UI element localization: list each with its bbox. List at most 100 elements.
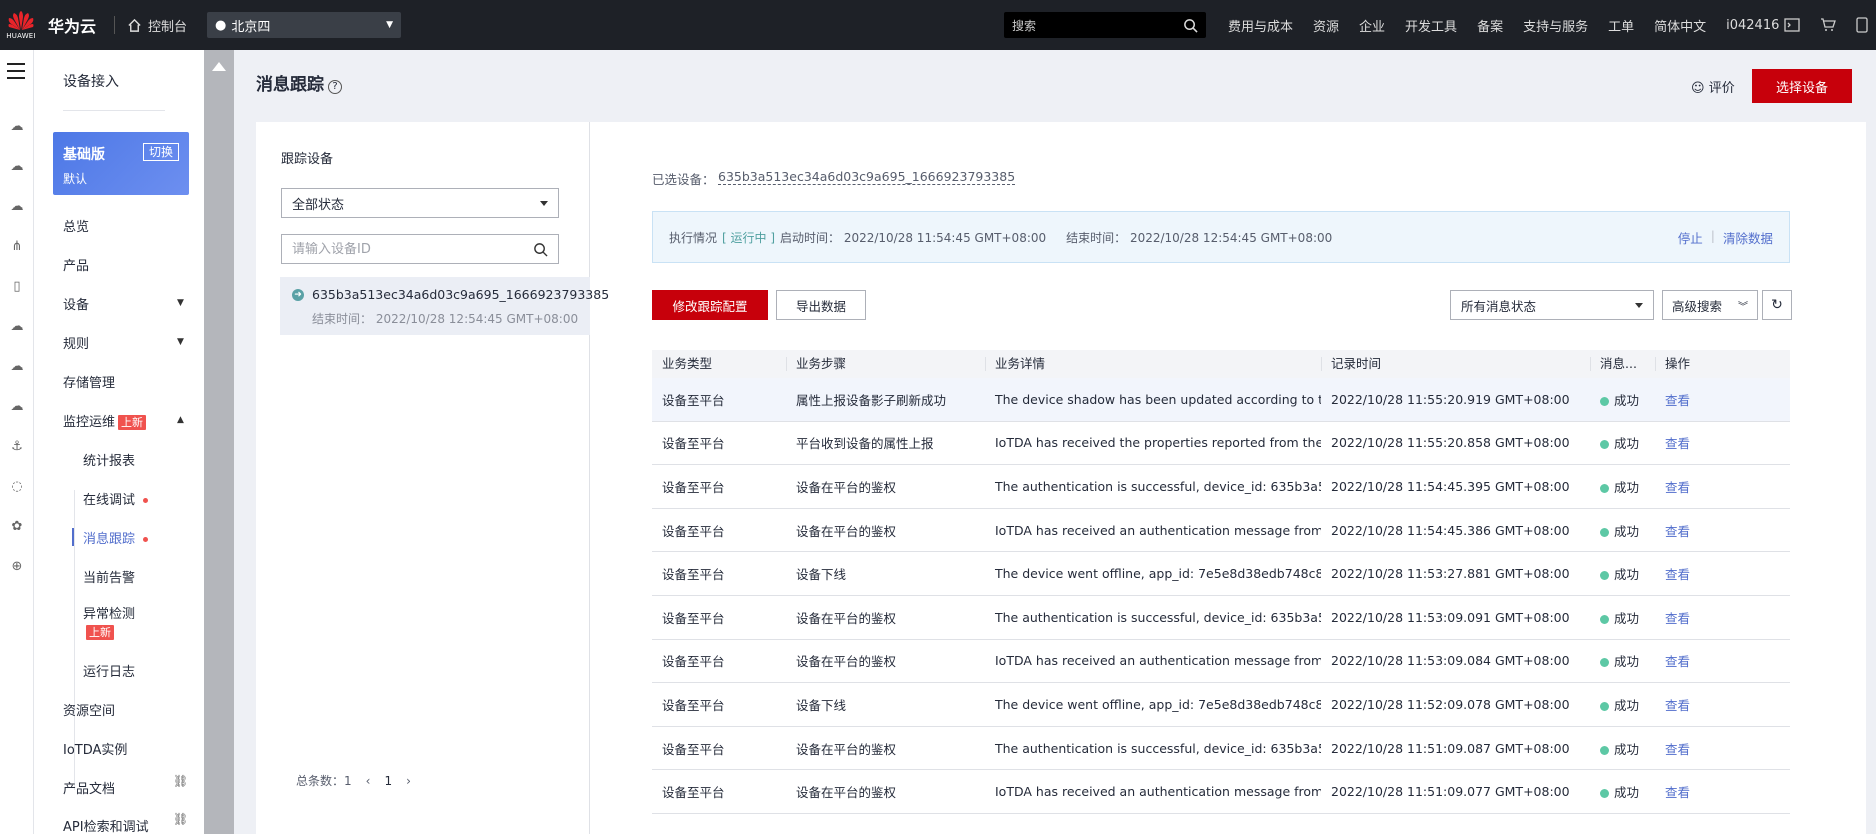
link-tickets[interactable]: 工单 — [1608, 16, 1634, 35]
table-row[interactable]: 设备至平台 设备在平台的鉴权 IoTDA has received an authe… — [652, 509, 1790, 553]
view-link[interactable]: 查看 — [1665, 524, 1690, 539]
selected-device-value[interactable]: 635b3a513ec34a6d03c9a695_1666923793385 — [718, 169, 1016, 185]
global-search-input[interactable]: 搜索 — [1004, 12, 1206, 38]
table-row[interactable]: 设备至平台 设备下线 The device went offline, app_id… — [652, 683, 1790, 727]
cloud-db-icon[interactable]: ☁ — [8, 358, 26, 376]
chat-icon[interactable]: ◌ — [8, 478, 26, 496]
chevron-down-icon[interactable]: ▼ — [177, 337, 184, 347]
modify-trace-config-button[interactable]: 修改跟踪配置 — [652, 290, 768, 320]
select-device-button[interactable]: 选择设备 — [1752, 69, 1852, 103]
link-enterprise[interactable]: 企业 — [1359, 16, 1385, 35]
search-icon[interactable] — [533, 242, 548, 257]
view-link[interactable]: 查看 — [1665, 480, 1690, 495]
link-icp[interactable]: 备案 — [1477, 16, 1503, 35]
nav-item-anomaly[interactable]: 异常检测上新 — [83, 606, 163, 642]
table-row[interactable]: 设备至平台 设备下线 The device went offline, app_id… — [652, 552, 1790, 596]
stop-button[interactable]: 停止 — [1678, 228, 1703, 247]
chevron-up-icon[interactable]: ▲ — [177, 415, 184, 425]
cloud-icon[interactable]: ☁ — [8, 318, 26, 336]
nav-item-product-docs[interactable]: 产品文档 — [63, 778, 115, 797]
rate-button[interactable]: ☺ 评价 — [1691, 77, 1735, 96]
status-text: 成功 — [1614, 567, 1640, 583]
cart-icon[interactable] — [1820, 18, 1836, 32]
clover-icon[interactable]: ✿ — [8, 518, 26, 536]
nav-item-monitor[interactable]: 监控运维 上新 — [63, 411, 147, 430]
network-icon[interactable]: ⋔ — [8, 238, 26, 256]
view-link[interactable]: 查看 — [1665, 611, 1690, 626]
table-row[interactable]: 设备至平台 设备在平台的鉴权 The authentication is succe… — [652, 727, 1790, 771]
document-icon[interactable]: ▯ — [8, 278, 26, 296]
view-link[interactable]: 查看 — [1665, 654, 1690, 669]
table-row[interactable]: 设备至平台 设备在平台的鉴权 IoTDA has received an authe… — [652, 770, 1790, 814]
external-link-icon[interactable]: ⛓ — [173, 774, 188, 788]
table-row[interactable]: 设备至平台 平台收到设备的属性上报 IoTDA has received the p… — [652, 422, 1790, 466]
chevron-down-icon[interactable]: ▼ — [177, 298, 184, 308]
nav-item-iotda-instance[interactable]: IoTDA实例 — [63, 739, 127, 758]
collapse-arrow-icon[interactable] — [212, 62, 226, 71]
cloud-security-icon[interactable]: ☁ — [8, 398, 26, 416]
success-dot-icon — [1600, 658, 1609, 668]
link-resources[interactable]: 资源 — [1313, 16, 1339, 35]
message-status-select[interactable]: 所有消息状态 — [1450, 290, 1654, 320]
link-dev-tools[interactable]: 开发工具 — [1405, 16, 1457, 35]
help-icon[interactable]: ? — [328, 80, 342, 94]
nav-item-run-log[interactable]: 运行日志 — [83, 661, 135, 680]
link-support[interactable]: 支持与服务 — [1523, 16, 1588, 35]
cloud-storage-icon[interactable]: ☁ — [8, 198, 26, 216]
menu-icon[interactable] — [7, 63, 25, 84]
cell-action: 查看 — [1655, 390, 1790, 409]
nav-item-rules[interactable]: 规则 — [63, 333, 89, 352]
terminal-icon[interactable] — [1784, 18, 1800, 32]
table-row[interactable]: 设备至平台 属性上报设备影子刷新成功 The device shadow has b… — [652, 378, 1790, 422]
view-link[interactable]: 查看 — [1665, 436, 1690, 451]
clear-data-button[interactable]: 清除数据 — [1723, 228, 1773, 247]
nav-item-product[interactable]: 产品 — [63, 255, 89, 274]
cloud-service-icon[interactable]: ☁ — [8, 118, 26, 136]
nav-item-msg-trace[interactable]: 消息跟踪 — [83, 528, 149, 547]
table-row[interactable]: 设备至平台 设备在平台的鉴权 The authentication is succe… — [652, 596, 1790, 640]
switch-edition-button[interactable]: 切换 — [142, 143, 179, 161]
phone-icon[interactable] — [1856, 17, 1868, 33]
prev-page-icon[interactable]: ‹ — [366, 774, 371, 788]
start-time: 启动时间： 2022/10/28 11:54:45 GMT+08:00 — [780, 230, 1047, 245]
view-link[interactable]: 查看 — [1665, 698, 1690, 713]
nav-item-resource-space[interactable]: 资源空间 — [63, 700, 115, 719]
page-number[interactable]: 1 — [384, 774, 392, 788]
device-list-item[interactable]: ➜ 635b3a513ec34a6d03c9a695_1666923793385… — [280, 277, 609, 335]
region-selector[interactable]: ● 北京四 ▼ — [207, 12, 402, 38]
cell-type: 设备至平台 — [662, 567, 725, 583]
nav-item-alarms[interactable]: 当前告警 — [83, 567, 135, 586]
cloud-compute-icon[interactable]: ☁ — [8, 158, 26, 176]
brand-name[interactable]: 华为云 — [48, 13, 96, 37]
view-link[interactable]: 查看 — [1665, 393, 1690, 408]
device-id-input[interactable] — [292, 241, 512, 257]
huawei-logo[interactable]: HUAWEI — [2, 0, 40, 50]
view-link[interactable]: 查看 — [1665, 567, 1690, 582]
nav-item-api-debug[interactable]: API检索和调试 — [63, 816, 149, 834]
advanced-search-button[interactable]: 高级搜索 ︾ — [1662, 290, 1758, 320]
link-language[interactable]: 简体中文 — [1654, 16, 1706, 35]
nav-item-overview[interactable]: 总览 — [63, 216, 89, 235]
external-link-icon[interactable]: ⛓ — [173, 812, 188, 826]
nav-item-device[interactable]: 设备 — [63, 294, 89, 313]
anchor-icon[interactable]: ⚓ — [8, 438, 26, 456]
status-select[interactable]: 全部状态 — [281, 188, 559, 218]
console-link[interactable]: 控制台 — [127, 16, 187, 35]
cell-action: 查看 — [1655, 433, 1790, 452]
nav-item-stats[interactable]: 统计报表 — [83, 450, 135, 469]
view-link[interactable]: 查看 — [1665, 785, 1690, 800]
export-data-button[interactable]: 导出数据 — [776, 290, 866, 320]
link-user[interactable]: i042416 — [1726, 18, 1779, 33]
refresh-button[interactable]: ↻ — [1762, 290, 1792, 320]
table-row[interactable]: 设备至平台 设备在平台的鉴权 IoTDA has received an authe… — [652, 640, 1790, 684]
globe-icon[interactable]: ⊕ — [8, 558, 26, 576]
search-icon[interactable] — [1183, 18, 1198, 33]
nav-item-online-debug[interactable]: 在线调试 — [83, 489, 149, 508]
nav-item-storage[interactable]: 存储管理 — [63, 372, 115, 391]
device-search-field[interactable] — [281, 234, 559, 264]
table-row[interactable]: 设备至平台 设备在平台的鉴权 The authentication is succe… — [652, 465, 1790, 509]
link-billing[interactable]: 费用与成本 — [1228, 16, 1293, 35]
next-page-icon[interactable]: › — [406, 774, 411, 788]
view-link[interactable]: 查看 — [1665, 742, 1690, 757]
nav-collapse-strip[interactable] — [204, 50, 234, 834]
